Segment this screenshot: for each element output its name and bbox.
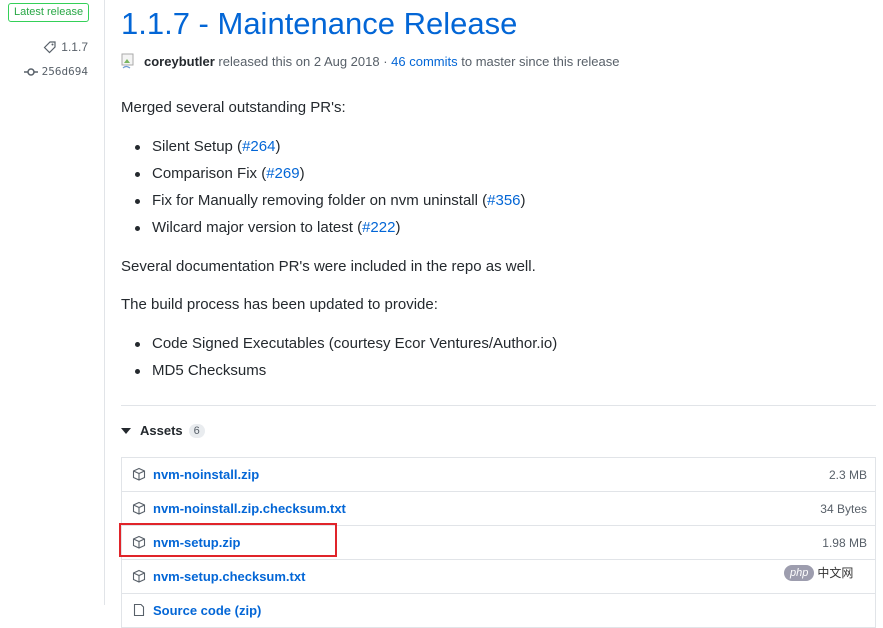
build-list: Code Signed Executables (courtesy Ecor V… (133, 334, 557, 388)
file-zip-icon (133, 603, 145, 617)
asset-row[interactable]: nvm-setup.checksum.txt (122, 560, 875, 594)
assets-toggle[interactable]: Assets 6 (121, 423, 205, 438)
package-icon (132, 569, 146, 583)
list-item: MD5 Checksums (133, 361, 557, 388)
list-item-text: Wilcard major version to latest ( (152, 219, 363, 236)
pr-link[interactable]: #222 (362, 219, 395, 236)
list-item-tail: ) (520, 192, 526, 209)
release-meta-column: Latest release 1.1.7 256d694 (0, 0, 104, 605)
notes-intro: Merged several outstanding PR's: (121, 99, 346, 116)
asset-row[interactable]: Source code (zip) (122, 594, 875, 628)
asset-size: 34 Bytes (820, 502, 867, 516)
site-watermark: php 中文网 (784, 564, 853, 581)
list-item-tail: ) (275, 138, 281, 155)
docs-note: Several documentation PR's were included… (121, 258, 536, 275)
list-item-text: Comparison Fix ( (152, 165, 267, 182)
list-item-tail: ) (395, 219, 401, 236)
pr-link[interactable]: #356 (487, 192, 520, 209)
list-item-text: Fix for Manually removing folder on nvm … (152, 192, 488, 209)
asset-link[interactable]: nvm-setup.checksum.txt (153, 569, 305, 584)
list-item-tail: ) (299, 165, 305, 182)
list-item: Silent Setup (#264) (133, 137, 526, 164)
commit-sha: 256d694 (41, 65, 88, 78)
pr-link[interactable]: #264 (242, 138, 275, 155)
commit-icon (23, 67, 38, 76)
asset-size: 1.98 MB (822, 536, 867, 550)
asset-size: 2.3 MB (828, 468, 867, 482)
avatar-icon (121, 53, 137, 69)
asset-row[interactable]: nvm-noinstall.zip.checksum.txt 34 Bytes (122, 492, 875, 526)
asset-row[interactable]: nvm-noinstall.zip 2.3 MB (122, 458, 875, 492)
list-item: Wilcard major version to latest (#222) (133, 218, 526, 245)
pr-list: Silent Setup (#264) Comparison Fix (#269… (133, 137, 526, 245)
assets-count-badge: 6 (188, 423, 205, 438)
list-item: Code Signed Executables (courtesy Ecor V… (133, 334, 557, 361)
since-text: to master since this release (457, 53, 620, 69)
pr-link[interactable]: #269 (266, 165, 299, 182)
commit-link[interactable]: 256d694 (23, 65, 88, 78)
assets-label: Assets (140, 423, 183, 438)
list-item: Comparison Fix (#269) (133, 164, 526, 191)
caret-down-icon (121, 427, 131, 434)
author-link[interactable]: coreybutler (144, 54, 215, 69)
column-divider (104, 0, 105, 605)
build-intro: The build process has been updated to pr… (121, 296, 438, 313)
asset-link[interactable]: Source code (zip) (153, 603, 261, 618)
list-item-text: Silent Setup ( (152, 138, 243, 155)
asset-link[interactable]: nvm-noinstall.zip.checksum.txt (153, 501, 346, 516)
watermark-logo: php (784, 564, 815, 581)
released-text: released this on 2 Aug 2018 · (214, 53, 392, 69)
highlight-box (119, 523, 337, 557)
tag-label: 1.1.7 (61, 40, 88, 54)
asset-link[interactable]: nvm-noinstall.zip (153, 467, 259, 482)
commits-link[interactable]: 46 commits (391, 54, 457, 69)
tag-link[interactable]: 1.1.7 (43, 40, 88, 54)
list-item: Fix for Manually removing folder on nvm … (133, 191, 526, 218)
release-title[interactable]: 1.1.7 - Maintenance Release (121, 6, 517, 42)
tag-icon (43, 41, 56, 54)
latest-release-badge: Latest release (8, 3, 90, 22)
watermark-text: 中文网 (817, 566, 854, 580)
section-divider (121, 405, 876, 406)
package-icon (132, 467, 146, 481)
release-byline: coreybutler released this on 2 Aug 2018 … (121, 53, 620, 69)
package-icon (132, 501, 146, 515)
